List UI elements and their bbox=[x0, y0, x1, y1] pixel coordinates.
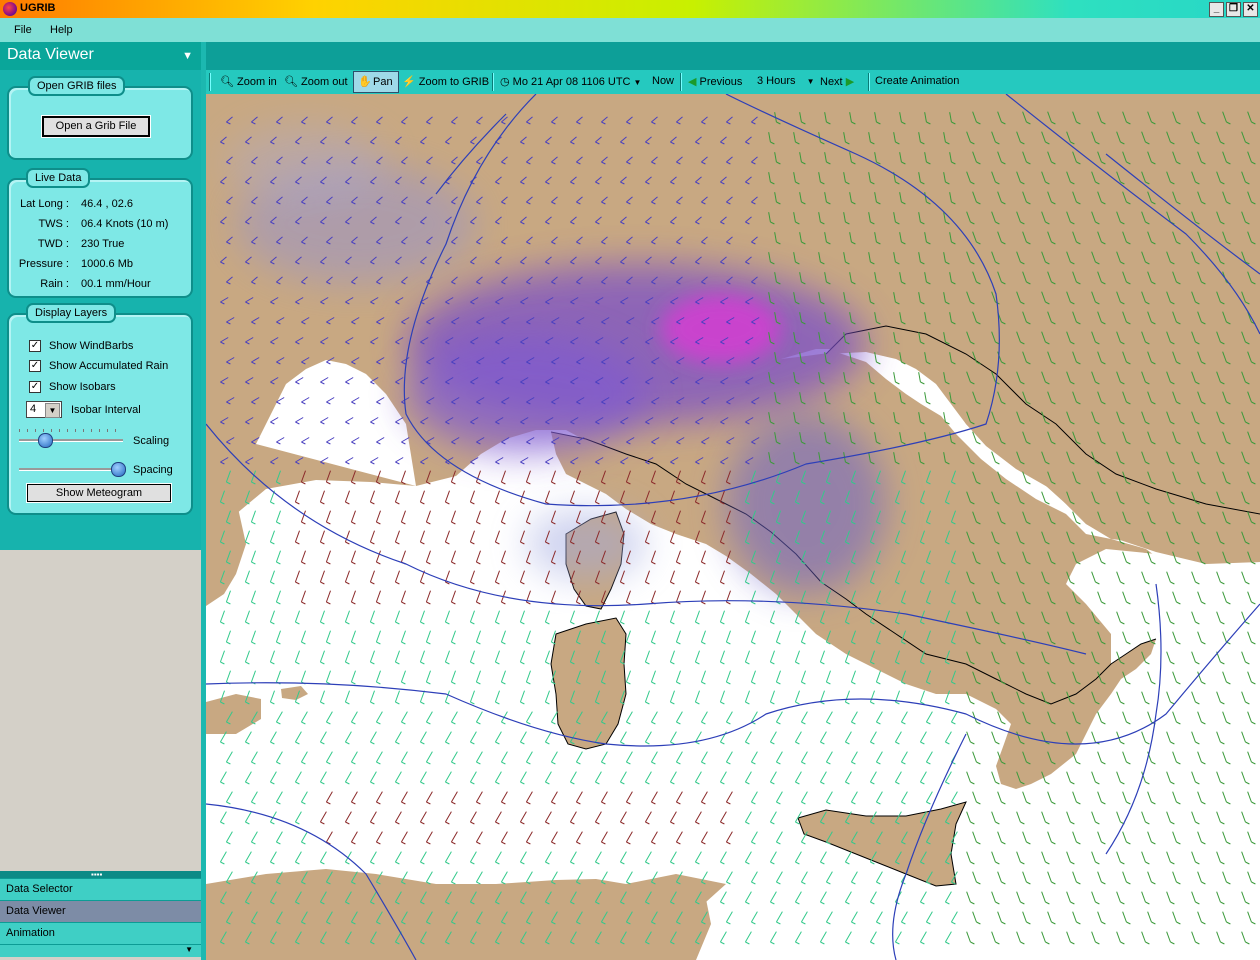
previous-button[interactable]: ◀ Previous bbox=[688, 75, 742, 88]
datetime-selector[interactable]: ◷︎ Mo 21 Apr 08 1106 UTC ▼︎ bbox=[500, 75, 641, 88]
nav-animation[interactable]: Animation bbox=[0, 922, 201, 944]
app-logo-icon bbox=[3, 2, 17, 16]
show-rain-label: Show Accumulated Rain bbox=[49, 360, 169, 372]
collapse-icon[interactable]: ▼︎ bbox=[182, 50, 193, 62]
zoom-in-icon: 🔍︎ bbox=[220, 76, 234, 88]
zoom-to-grib-button[interactable]: ⚡ Zoom to GRIB bbox=[402, 75, 489, 88]
pressure-value: 1000.6 Mb bbox=[81, 258, 133, 270]
open-grib-group: Open GRIB files Open a Grib File bbox=[7, 76, 193, 160]
next-button[interactable]: Next ▶ bbox=[820, 75, 854, 88]
display-layers-group: Display Layers ✓ Show WindBarbs ✓ Show A… bbox=[7, 303, 193, 515]
map-canvas[interactable] bbox=[206, 94, 1260, 960]
scaling-slider[interactable] bbox=[19, 439, 123, 442]
menu-bar: File Help bbox=[0, 18, 1260, 42]
toolbar-grip bbox=[209, 73, 211, 91]
view-header-strip bbox=[206, 42, 1260, 70]
chevron-down-icon: ▼︎ bbox=[806, 77, 815, 86]
window-controls: _ ❐ ✕ bbox=[1209, 2, 1258, 17]
scaling-label: Scaling bbox=[133, 435, 170, 447]
dropdown-arrow-icon: ▼︎ bbox=[45, 403, 60, 418]
nav-splitter[interactable]: ▪▪▪▪ bbox=[0, 870, 201, 879]
rain-label: Rain : bbox=[40, 278, 69, 290]
create-animation-button[interactable]: Create Animation bbox=[875, 75, 959, 87]
now-button[interactable]: Now bbox=[652, 75, 674, 87]
rain-value: 00.1 mm/Hour bbox=[81, 278, 151, 290]
tws-value: 06.4 Knots (10 m) bbox=[81, 218, 169, 230]
twd-label: TWD : bbox=[37, 238, 69, 250]
isobar-interval-value: 4 bbox=[30, 403, 37, 415]
toolbar-separator bbox=[868, 73, 870, 91]
scaling-ticks bbox=[19, 429, 123, 432]
nav-data-viewer[interactable]: Data Viewer bbox=[0, 900, 201, 922]
map-toolbar: 🔍︎ Zoom in 🔍︎ Zoom out ✋ Pan ⚡ Zoom to G… bbox=[206, 70, 1260, 94]
pressure-label: Pressure : bbox=[18, 258, 69, 270]
weather-map[interactable] bbox=[206, 94, 1260, 960]
latlong-label: Lat Long : bbox=[20, 198, 69, 210]
latlong-value: 46.4 , 02.6 bbox=[81, 198, 133, 210]
chevron-down-icon: ▼︎ bbox=[633, 78, 642, 87]
spacing-slider-thumb[interactable] bbox=[110, 462, 126, 477]
tws-label: TWS : bbox=[38, 218, 69, 230]
show-rain-checkbox[interactable]: ✓ bbox=[29, 360, 41, 372]
zoom-out-button[interactable]: 🔍︎ Zoom out bbox=[284, 75, 348, 88]
panel-title: Data Viewer bbox=[7, 46, 94, 63]
spacing-label: Spacing bbox=[133, 464, 173, 476]
open-grib-file-button[interactable]: Open a Grib File bbox=[41, 115, 151, 138]
panel-header: Data Viewer ▼︎ bbox=[0, 42, 201, 70]
twd-value: 230 True bbox=[81, 238, 125, 250]
hand-icon: ✋ bbox=[358, 76, 372, 88]
clock-icon: ◷︎ bbox=[500, 76, 510, 88]
group-title: Open GRIB files bbox=[28, 76, 126, 96]
zoom-out-icon: 🔍︎ bbox=[284, 76, 298, 88]
group-title: Live Data bbox=[26, 168, 91, 188]
pan-button[interactable]: ✋ Pan bbox=[353, 71, 399, 93]
scaling-slider-thumb[interactable] bbox=[38, 433, 53, 448]
title-bar: UGRIB _ ❐ ✕ bbox=[0, 0, 1260, 18]
arrow-left-icon: ◀ bbox=[688, 76, 697, 88]
arrow-right-icon: ▶ bbox=[845, 76, 855, 88]
chevron-down-icon: ▼︎ bbox=[185, 945, 193, 954]
restore-icon[interactable]: ❐ bbox=[1226, 2, 1241, 17]
toolbar-separator bbox=[492, 73, 494, 91]
panel-body: Open GRIB files Open a Grib File Live Da… bbox=[0, 70, 201, 550]
live-data-group: Live Data Lat Long : 46.4 , 02.6 TWS : 0… bbox=[7, 168, 193, 298]
show-isobars-label: Show Isobars bbox=[49, 381, 116, 393]
zoom-in-button[interactable]: 🔍︎ Zoom in bbox=[220, 75, 277, 88]
window-title: UGRIB bbox=[20, 2, 56, 14]
show-isobars-checkbox[interactable]: ✓ bbox=[29, 381, 41, 393]
show-windbarbs-checkbox[interactable]: ✓ bbox=[29, 340, 41, 352]
close-icon[interactable]: ✕ bbox=[1243, 2, 1258, 17]
group-title: Display Layers bbox=[26, 303, 117, 323]
left-panel: Data Viewer ▼︎ Open GRIB files Open a Gr… bbox=[0, 42, 201, 960]
menu-help[interactable]: Help bbox=[50, 24, 73, 36]
spacing-slider[interactable] bbox=[19, 468, 123, 471]
show-meteogram-button[interactable]: Show Meteogram bbox=[26, 483, 172, 503]
wand-icon: ⚡ bbox=[402, 76, 416, 88]
show-windbarbs-label: Show WindBarbs bbox=[49, 340, 134, 352]
nav-data-selector[interactable]: Data Selector bbox=[0, 878, 201, 900]
isobar-interval-label: Isobar Interval bbox=[71, 404, 141, 416]
isobar-interval-select[interactable]: 4 ▼︎ bbox=[26, 401, 62, 418]
toolbar-separator bbox=[680, 73, 682, 91]
time-step-selector[interactable]: 3 Hours ▼︎ bbox=[757, 75, 815, 87]
nav-overflow[interactable]: ▼︎ bbox=[0, 944, 201, 957]
minimize-icon[interactable]: _ bbox=[1209, 2, 1224, 17]
menu-file[interactable]: File bbox=[14, 24, 32, 36]
